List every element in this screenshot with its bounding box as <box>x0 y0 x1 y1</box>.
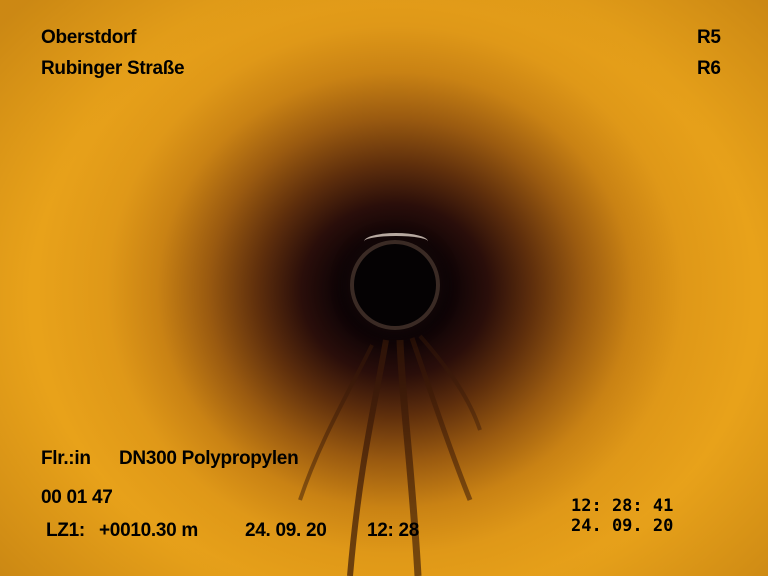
street-label: Rubinger Straße <box>41 58 185 79</box>
counter-distance: +0010.30 m <box>99 520 198 541</box>
counter-label: LZ1: <box>46 520 85 541</box>
from-manhole-label: R5 <box>697 27 721 48</box>
pipe-outlet-rim <box>364 233 428 250</box>
clock-time: 12: 28: 41 <box>571 496 674 516</box>
elapsed-time: 00 01 47 <box>41 487 113 508</box>
to-manhole-label: R6 <box>697 58 721 79</box>
counter-time: 12: 28 <box>367 520 420 541</box>
counter-date: 24. 09. 20 <box>245 520 327 541</box>
flow-direction-label: Flr.:in <box>41 448 91 469</box>
pipe-outlet <box>350 240 440 330</box>
location-label: Oberstdorf <box>41 27 137 48</box>
camera-frame: Oberstdorf Rubinger Straße R5 R6 Flr.:in… <box>0 0 768 576</box>
clock-date: 24. 09. 20 <box>571 516 674 536</box>
pipe-spec-label: DN300 Polypropylen <box>119 448 299 469</box>
